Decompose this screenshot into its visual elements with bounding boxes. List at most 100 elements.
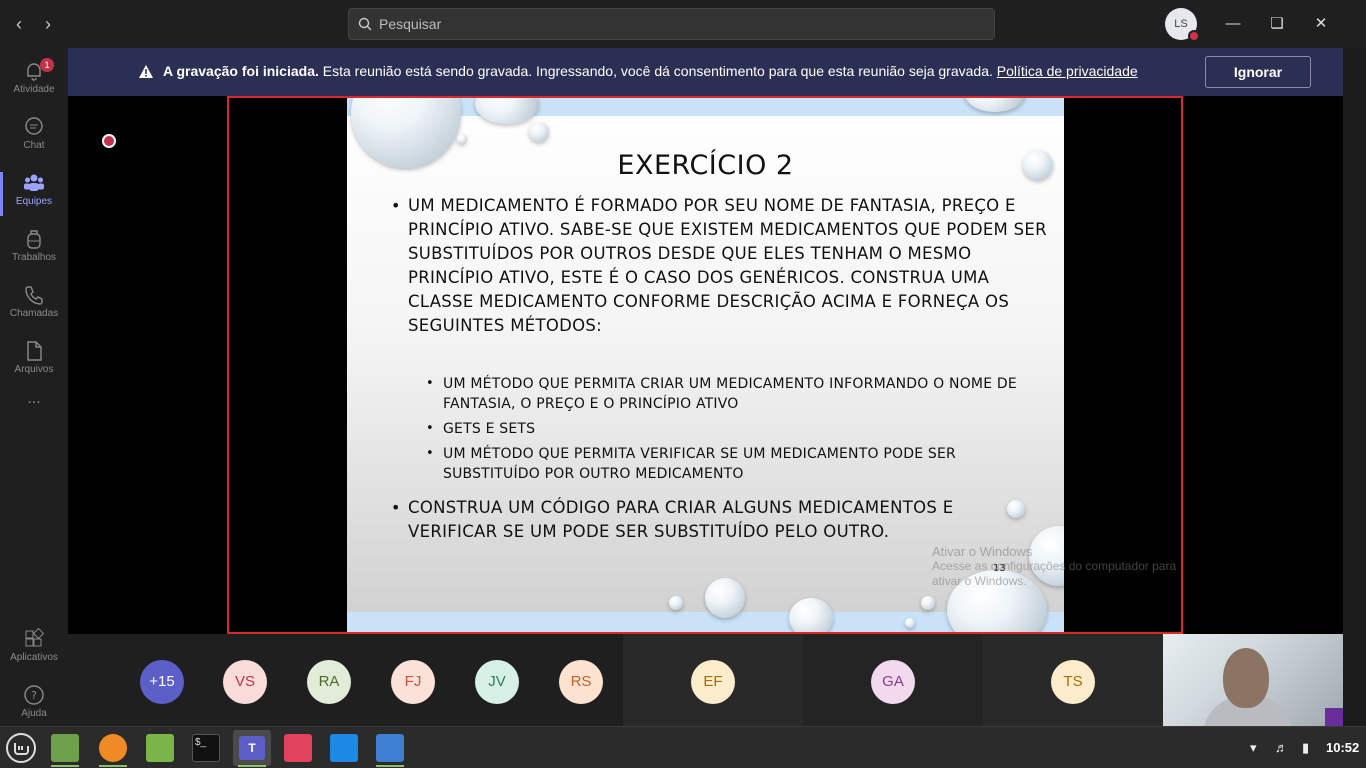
rail-item-files[interactable]: Arquivos: [0, 334, 68, 390]
rail-label: Chamadas: [9, 308, 59, 319]
close-icon[interactable]: ✕: [1309, 12, 1333, 36]
teams-taskbar-icon[interactable]: T: [233, 730, 271, 766]
text-line: princípio ativo, este é o caso dos genér…: [408, 268, 990, 287]
wifi-icon[interactable]: ▾: [1250, 740, 1257, 756]
chat-icon: [25, 117, 43, 135]
help-icon: ?: [24, 685, 44, 705]
watermark-line: Acesse as configurações do computador pa…: [932, 559, 1177, 573]
bullet-icon: •: [391, 498, 401, 517]
running-indicator: [99, 765, 127, 767]
recording-indicator-icon: [102, 134, 116, 148]
avatar-initials: LS: [1174, 18, 1188, 30]
right-scroll-strip: [1343, 48, 1366, 726]
terminal-icon[interactable]: $_: [192, 734, 220, 762]
search-input[interactable]: Pesquisar: [348, 8, 995, 40]
more-icon: ...: [27, 390, 41, 407]
phone-icon: [25, 286, 43, 305]
text-line: classe medicamento conforme descrição ac…: [408, 292, 1010, 311]
watermark-title: Ativar o Windows: [932, 544, 1033, 559]
rail-item-calls[interactable]: Chamadas: [0, 278, 68, 334]
participant-avatar[interactable]: RA: [307, 660, 351, 704]
clock[interactable]: 10:52: [1326, 740, 1359, 755]
svg-text:?: ?: [31, 689, 37, 702]
participant-strip: +15 VS RA FJ JV RS EF GA TS: [68, 634, 1343, 726]
rail-item-assignments[interactable]: Trabalhos: [0, 222, 68, 278]
participant-avatar[interactable]: FJ: [391, 660, 435, 704]
screenshot-icon[interactable]: [376, 734, 404, 762]
bullet-icon: •: [391, 196, 401, 215]
text-line: substituídos por outros desde que eles t…: [408, 244, 972, 263]
rail-label: Equipes: [15, 196, 53, 207]
banner-text: Esta reunião está sendo gravada. Ingress…: [318, 63, 997, 79]
rail-label: Atividade: [13, 84, 55, 95]
rail-item-activity[interactable]: 1 Atividade: [0, 54, 68, 110]
rail-label: Trabalhos: [11, 252, 57, 263]
windows-activation-watermark: Ativar o Windows Acesse as configurações…: [932, 544, 1176, 589]
firefox-icon[interactable]: [99, 734, 127, 762]
slide-subitem-1: Um método que permita criar um medicamen…: [443, 374, 1017, 414]
ignore-button[interactable]: Ignorar: [1205, 56, 1311, 88]
bullet-icon: •: [426, 421, 434, 436]
mint-menu-icon[interactable]: [6, 733, 36, 763]
backpack-icon: [27, 230, 41, 249]
avatar[interactable]: LS: [1165, 8, 1200, 42]
participant-avatar[interactable]: GA: [871, 660, 915, 704]
minimize-icon[interactable]: —: [1221, 12, 1245, 36]
water-drop: [789, 598, 833, 632]
running-indicator: [238, 765, 266, 767]
participant-avatar[interactable]: TS: [1051, 660, 1095, 704]
search-placeholder: Pesquisar: [379, 16, 442, 32]
photos-icon[interactable]: [284, 734, 312, 762]
text-line: princípio ativo. Sabe-se que existem med…: [408, 220, 1047, 239]
water-drop: [705, 578, 745, 618]
maximize-icon[interactable]: ❏: [1265, 12, 1289, 36]
mint-logo-icon: [14, 743, 29, 755]
file-icon: [27, 341, 42, 361]
bullet-icon: •: [426, 446, 434, 461]
notification-badge: 1: [40, 58, 54, 72]
participant-avatar[interactable]: JV: [475, 660, 519, 704]
folder-icon[interactable]: [146, 734, 174, 762]
watermark-line: ativar o Windows.: [932, 574, 1027, 588]
back-button[interactable]: ‹: [7, 12, 31, 36]
text-line: seguintes métodos:: [408, 316, 603, 335]
text-line: Um método que permita verificar se um me…: [443, 446, 956, 462]
more-apps-button[interactable]: ...: [0, 390, 68, 430]
participant-avatar[interactable]: RS: [559, 660, 603, 704]
participant-avatar[interactable]: VS: [223, 660, 267, 704]
camera-person: [1223, 648, 1269, 708]
self-camera-preview[interactable]: [1163, 634, 1343, 726]
volume-icon[interactable]: ♬: [1275, 740, 1288, 755]
slide-paragraph-1: Um medicamento é formado por seu nome de…: [408, 194, 1047, 338]
text-line: verificar se um pode ser substituído pel…: [408, 522, 890, 541]
teams-icon: [24, 174, 44, 191]
text-line: fantasia, o preço e o princípio ativo: [443, 396, 739, 412]
warning-icon: [139, 65, 153, 78]
rail-item-chat[interactable]: Chat: [0, 110, 68, 166]
slide-paragraph-2: Construa um código para criar alguns med…: [408, 496, 953, 544]
running-indicator: [376, 765, 404, 767]
water-drop: [475, 98, 539, 124]
battery-icon[interactable]: ▮: [1302, 740, 1309, 756]
rail-item-apps[interactable]: Aplicativos: [0, 622, 68, 678]
files-app-icon[interactable]: [51, 734, 79, 762]
search-icon: [358, 17, 372, 31]
apps-icon: [25, 628, 45, 647]
participant-avatar[interactable]: EF: [691, 660, 735, 704]
water-drop: [457, 134, 467, 144]
text-line: Construa um código para criar alguns med…: [408, 498, 954, 517]
slide-subitem-3: Um método que permita verificar se um me…: [443, 444, 956, 484]
rail-item-teams[interactable]: Equipes: [0, 166, 68, 222]
rail-label: Aplicativos: [10, 652, 58, 663]
text-line: substituído por outro medicamento: [443, 466, 744, 482]
vscode-icon[interactable]: [330, 734, 358, 762]
more-participants-avatar[interactable]: +15: [140, 660, 184, 704]
banner-message: A gravação foi iniciada. Esta reunião es…: [163, 63, 1138, 79]
slide-subitem-2: Gets e sets: [443, 419, 535, 439]
text-line: Gets e sets: [443, 421, 536, 437]
rail-label: Arquivos: [14, 364, 54, 375]
privacy-policy-link[interactable]: Política de privacidade: [997, 63, 1138, 79]
forward-button[interactable]: ›: [36, 12, 60, 36]
water-drop: [921, 596, 935, 610]
recording-banner: A gravação foi iniciada. Esta reunião es…: [68, 48, 1343, 96]
